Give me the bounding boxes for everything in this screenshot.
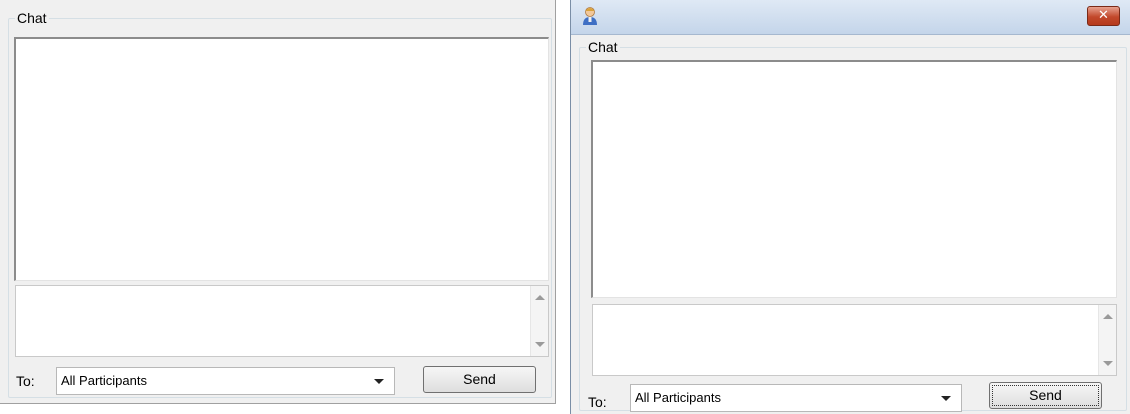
chevron-down-icon[interactable] [941,396,951,401]
send-button[interactable]: Send [423,366,536,393]
scroll-down-icon[interactable] [535,342,545,347]
chat-messages-area[interactable] [591,60,1117,298]
chevron-down-icon[interactable] [374,379,384,384]
close-button[interactable]: ✕ [1087,6,1120,26]
scroll-up-icon[interactable] [1103,314,1113,319]
recipient-value: All Participants [635,390,721,405]
message-scrollbar[interactable] [1098,305,1116,375]
to-label: To: [588,394,607,410]
to-label: To: [16,373,35,389]
send-button[interactable]: Send [989,382,1102,409]
recipient-value: All Participants [61,373,147,388]
scroll-down-icon[interactable] [1103,361,1113,366]
user-avatar-icon [583,7,597,25]
chat-dialog-right: ✕ Chat To: All Participants Send [570,0,1130,414]
recipient-dropdown[interactable]: All Participants [56,367,395,395]
recipient-dropdown[interactable]: All Participants [630,384,962,412]
window-titlebar[interactable]: ✕ [571,0,1130,35]
chat-message-input[interactable] [15,285,549,357]
chat-messages-area[interactable] [14,37,549,281]
scroll-up-icon[interactable] [535,295,545,300]
chat-group-label: Chat [15,10,49,26]
close-icon: ✕ [1098,8,1109,23]
chat-group-label: Chat [586,39,620,55]
chat-dialog-left: Chat To: All Participants Send [0,0,556,404]
message-scrollbar[interactable] [530,286,548,356]
send-button-label: Send [463,371,496,387]
chat-message-input[interactable] [592,304,1117,376]
focus-indicator [992,385,1099,406]
